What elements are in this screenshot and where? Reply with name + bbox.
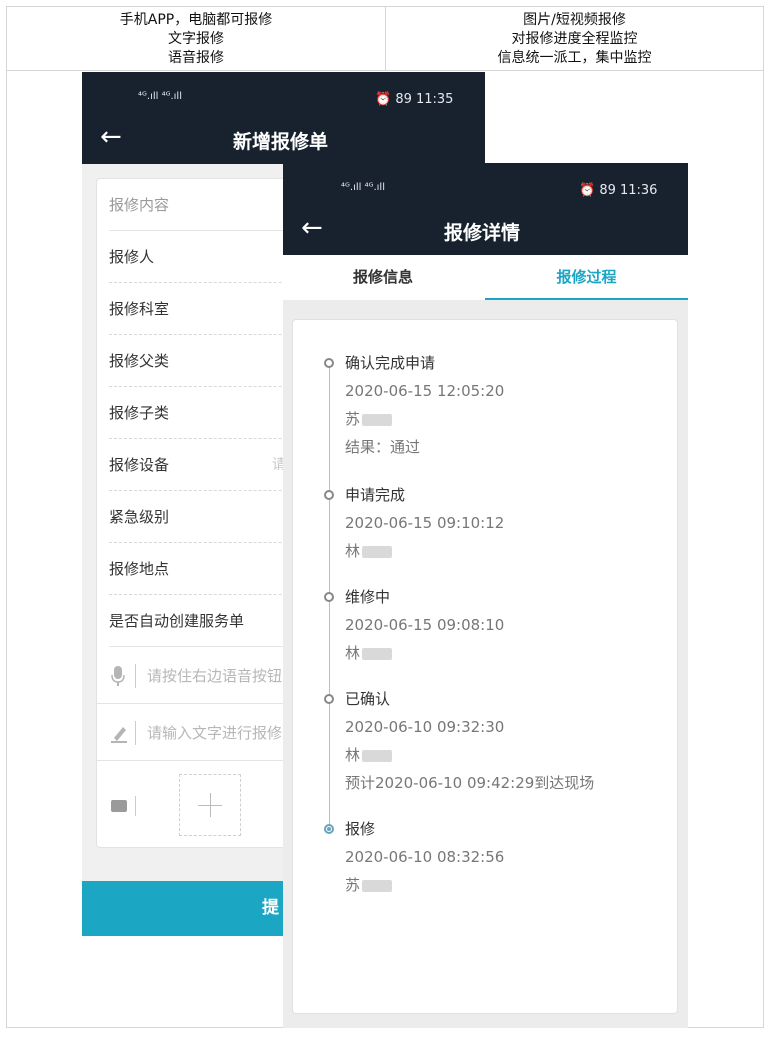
timeline-result: 结果：通过 <box>345 438 421 456</box>
field-label: 报修父类 <box>109 352 170 370</box>
person-name: 苏 <box>345 410 361 428</box>
feature-line: 语音报修 <box>168 50 224 66</box>
field-label: 紧急级别 <box>109 508 170 526</box>
timeline-time: 2020-06-15 09:08:10 <box>345 616 505 634</box>
field-label: 报修子类 <box>109 404 170 422</box>
add-photo-button[interactable] <box>179 774 241 836</box>
signal-icon: ⁴ᴳ.ıll ⁴ᴳ.ıll <box>341 182 385 193</box>
timeline-dot <box>324 694 334 704</box>
voice-input-placeholder: 请按住右边语音按钮 <box>147 667 283 685</box>
person-name: 林 <box>345 644 361 662</box>
redaction <box>362 545 393 558</box>
status-clock: ⏰ 89 11:35 <box>375 92 454 107</box>
plus-icon <box>210 793 211 817</box>
timeline-person: 林 <box>345 642 393 664</box>
field-label: 报修地点 <box>109 560 170 578</box>
phone-repair-detail: ⁴ᴳ.ıll ⁴ᴳ.ıll ⏰ 89 11:36 ← 报修详情 报修信息 报修过… <box>283 163 688 1028</box>
timeline-time: 2020-06-10 08:32:56 <box>345 848 505 866</box>
tab-bar: 报修信息 报修过程 <box>283 255 688 300</box>
tab-repair-process[interactable]: 报修过程 <box>485 255 688 300</box>
feature-line: 对报修进度全程监控 <box>511 31 638 47</box>
tab-repair-info[interactable]: 报修信息 <box>283 255 483 300</box>
feature-cell-left: 手机APP，电脑都可报修 文字报修 语音报修 <box>7 7 386 71</box>
feature-header-row: 手机APP，电脑都可报修 文字报修 语音报修 图片/短视频报修 对报修进度全程监… <box>7 7 763 71</box>
app-header: ⁴ᴳ.ıll ⁴ᴳ.ıll ⏰ 89 11:36 ← 报修详情 <box>283 163 688 255</box>
status-signal: ⁴ᴳ.ıll ⁴ᴳ.ıll <box>341 175 385 194</box>
feature-line: 图片/短视频报修 <box>523 12 626 28</box>
feature-line: 文字报修 <box>168 31 224 47</box>
divider <box>135 721 136 745</box>
person-name: 林 <box>345 746 361 764</box>
divider <box>135 796 136 816</box>
feature-cell-right: 图片/短视频报修 对报修进度全程监控 信息统一派工，集中监控 <box>386 7 763 71</box>
feature-line: 手机APP，电脑都可报修 <box>119 12 273 28</box>
field-label: 报修人 <box>109 248 155 266</box>
timeline-person: 林 <box>345 744 393 766</box>
field-label: 报修科室 <box>109 300 170 318</box>
field-label: 是否自动创建服务单 <box>109 612 245 630</box>
timeline-dot <box>324 358 334 368</box>
app-header: ⁴ᴳ.ıll ⁴ᴳ.ıll ⏰ 89 11:35 ← 新增报修单 <box>82 72 485 164</box>
timeline-title: 确认完成申请 <box>345 354 436 372</box>
redaction <box>362 647 393 660</box>
timeline-time: 2020-06-15 12:05:20 <box>345 382 505 400</box>
back-arrow-icon[interactable]: ← <box>301 213 323 243</box>
redaction <box>362 413 393 426</box>
divider <box>135 664 136 688</box>
redaction <box>362 879 393 892</box>
timeline-person: 苏 <box>345 874 393 896</box>
feature-line: 信息统一派工，集中监控 <box>497 50 652 66</box>
timeline-time: 2020-06-15 09:10:12 <box>345 514 505 532</box>
timeline-title: 申请完成 <box>345 486 406 504</box>
field-label: 报修设备 <box>109 456 170 474</box>
submit-label: 提 <box>262 898 279 918</box>
person-name: 林 <box>345 542 361 560</box>
timeline-dot <box>324 592 334 602</box>
status-right: ⏰ 89 11:36 <box>579 179 657 198</box>
field-label: 报修内容 <box>109 196 170 214</box>
timeline-person: 苏 <box>345 408 393 430</box>
redaction <box>362 749 393 762</box>
status-right: ⏰ 89 11:35 <box>375 88 453 107</box>
timeline-time: 2020-06-10 09:32:30 <box>345 718 505 736</box>
timeline-dot-current <box>324 824 334 834</box>
status-signal: ⁴ᴳ.ıll ⁴ᴳ.ıll <box>138 84 182 103</box>
signal-icon: ⁴ᴳ.ıll ⁴ᴳ.ıll <box>138 91 182 102</box>
timeline-title: 维修中 <box>345 588 391 606</box>
text-input-placeholder: 请输入文字进行报修 <box>147 724 283 742</box>
timeline-person: 林 <box>345 540 393 562</box>
person-name: 苏 <box>345 876 361 894</box>
pencil-icon <box>111 727 127 743</box>
timeline-dot <box>324 490 334 500</box>
timeline-title: 已确认 <box>345 690 391 708</box>
timeline-eta: 预计2020-06-10 09:42:29到达现场 <box>345 774 595 792</box>
timeline-title: 报修 <box>345 820 376 838</box>
microphone-icon <box>111 666 125 686</box>
repair-process-card: 确认完成申请 2020-06-15 12:05:20 苏 结果：通过 申请完成 … <box>292 319 678 1014</box>
page-title: 报修详情 <box>444 222 521 244</box>
status-clock: ⏰ 89 11:36 <box>579 183 658 198</box>
camera-icon[interactable] <box>111 800 127 812</box>
page-title: 新增报修单 <box>233 131 329 153</box>
back-arrow-icon[interactable]: ← <box>100 122 122 152</box>
